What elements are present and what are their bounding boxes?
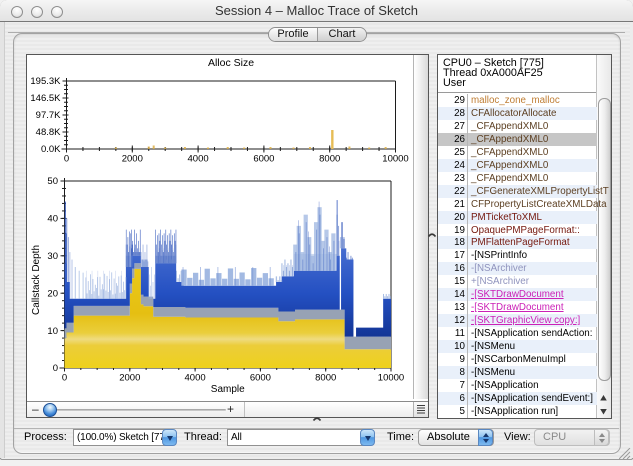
svg-text:146.5K: 146.5K bbox=[30, 93, 61, 104]
svg-text:8000: 8000 bbox=[319, 154, 340, 165]
svg-text:97.7K: 97.7K bbox=[36, 110, 61, 121]
svg-text:2000: 2000 bbox=[122, 154, 143, 165]
svg-text:10: 10 bbox=[47, 326, 58, 337]
svg-text:10000: 10000 bbox=[378, 373, 404, 384]
svg-text:40: 40 bbox=[47, 214, 58, 225]
svg-text:30: 30 bbox=[47, 251, 58, 262]
svg-text:4000: 4000 bbox=[185, 373, 206, 384]
svg-text:8000: 8000 bbox=[315, 373, 336, 384]
svg-text:20: 20 bbox=[47, 288, 58, 299]
svg-text:2000: 2000 bbox=[119, 373, 140, 384]
svg-text:Alloc Size: Alloc Size bbox=[208, 57, 254, 69]
svg-text:0: 0 bbox=[64, 154, 69, 165]
svg-text:6000: 6000 bbox=[253, 154, 274, 165]
svg-text:Sample: Sample bbox=[211, 384, 245, 395]
svg-text:0: 0 bbox=[62, 373, 67, 384]
svg-text:0.0K: 0.0K bbox=[41, 144, 61, 155]
svg-text:4000: 4000 bbox=[188, 154, 209, 165]
svg-text:48.8K: 48.8K bbox=[36, 127, 61, 138]
svg-text:6000: 6000 bbox=[250, 373, 271, 384]
svg-text:195.3K: 195.3K bbox=[30, 76, 61, 87]
svg-text:0: 0 bbox=[53, 363, 58, 374]
svg-text:Callstack Depth: Callstack Depth bbox=[31, 245, 42, 315]
svg-text:50: 50 bbox=[47, 176, 58, 187]
svg-text:10000: 10000 bbox=[382, 154, 408, 165]
